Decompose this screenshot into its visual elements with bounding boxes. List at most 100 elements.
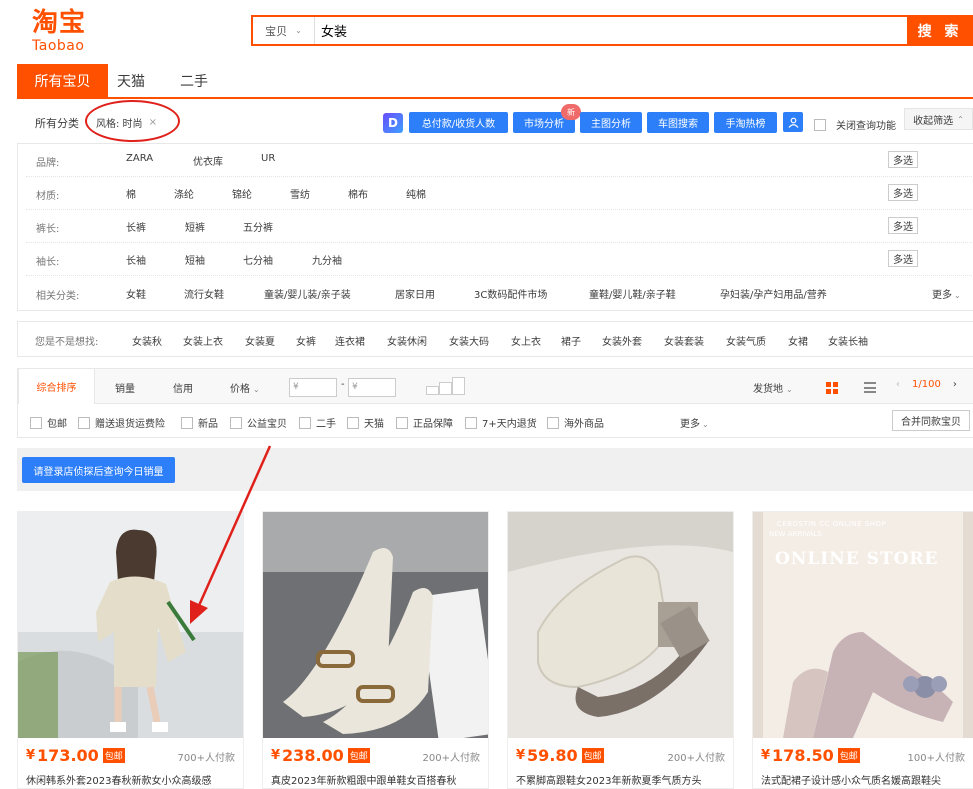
- suggestion-item[interactable]: 裙子: [561, 333, 581, 348]
- product-card[interactable]: CEBOSTIN CC ONLINE SHOP NEW ARRIVALS ONL…: [752, 511, 973, 789]
- filter-option[interactable]: 七分袖: [243, 252, 273, 267]
- suggestion-item[interactable]: 女装大码: [449, 333, 489, 348]
- breadcrumb-all-categories[interactable]: 所有分类: [35, 115, 79, 131]
- filter-option[interactable]: 流行女鞋: [184, 286, 224, 301]
- sort-default-tab[interactable]: 综合排序: [18, 368, 95, 404]
- tab-secondhand[interactable]: 二手: [154, 64, 234, 97]
- tab-all-items[interactable]: 所有宝贝: [17, 64, 108, 97]
- filter-option[interactable]: 锦纶: [232, 186, 252, 201]
- chevron-right-icon[interactable]: ›: [953, 379, 957, 390]
- product-title[interactable]: 法式配裙子设计感小众气质名媛高跟鞋尖: [761, 772, 973, 787]
- suggestion-item[interactable]: 女裙: [788, 333, 808, 348]
- suggestion-item[interactable]: 女裤: [296, 333, 316, 348]
- filter-option[interactable]: 居家日用: [395, 286, 435, 301]
- filter-checkbox-return-insurance[interactable]: 赠送退货运费险: [78, 415, 165, 430]
- filter-option[interactable]: 女鞋: [126, 286, 146, 301]
- filter-option[interactable]: 短袖: [185, 252, 205, 267]
- suggestion-item[interactable]: 女装长袖: [828, 333, 868, 348]
- suggestion-item[interactable]: 女装秋: [132, 333, 162, 348]
- ship-from-filter[interactable]: 发货地 ⌄: [753, 380, 793, 395]
- sort-sales-tab[interactable]: 销量: [115, 380, 135, 395]
- product-image[interactable]: [753, 512, 973, 738]
- suggestion-item[interactable]: 女装休闲: [387, 333, 427, 348]
- main-image-analysis-button[interactable]: 主图分析: [580, 112, 642, 133]
- checkbox[interactable]: [181, 416, 193, 429]
- filter-checkbox-overseas[interactable]: 海外商品: [547, 415, 604, 430]
- suggestion-item[interactable]: 女装套装: [664, 333, 704, 348]
- product-card[interactable]: ¥173.00 包邮 700+人付款 休闲韩系外套2023春秋新款女小众高级感: [17, 511, 244, 789]
- image-search-button[interactable]: 车图搜索: [647, 112, 709, 133]
- suggestion-item[interactable]: 女上衣: [511, 333, 541, 348]
- product-card[interactable]: ¥59.80 包邮 200+人付款 不累脚高跟鞋女2023年新款夏季气质方头: [507, 511, 734, 789]
- filter-checkbox-genuine[interactable]: 正品保障: [396, 415, 453, 430]
- checkbox[interactable]: [347, 416, 359, 429]
- checkbox[interactable]: [78, 416, 90, 429]
- filter-option[interactable]: 童装/婴儿装/亲子装: [264, 286, 351, 301]
- user-icon[interactable]: [783, 112, 803, 132]
- checkbox[interactable]: [396, 416, 408, 429]
- filter-option[interactable]: 九分袖: [312, 252, 342, 267]
- close-query-checkbox[interactable]: [814, 118, 826, 131]
- suggestion-item[interactable]: 女装气质: [726, 333, 766, 348]
- merge-same-items-button[interactable]: 合并同款宝贝: [892, 410, 970, 431]
- search-input[interactable]: [315, 17, 907, 44]
- list-view-icon[interactable]: [864, 382, 876, 393]
- filter-option[interactable]: UR: [261, 153, 275, 164]
- filter-option[interactable]: 雪纺: [290, 186, 310, 201]
- close-query-toggle[interactable]: 关闭查询功能: [814, 117, 896, 132]
- multi-select-button[interactable]: 多选: [888, 151, 918, 168]
- sort-credit-tab[interactable]: 信用: [173, 380, 193, 395]
- checkbox[interactable]: [299, 416, 311, 429]
- product-image[interactable]: [18, 512, 243, 738]
- filter-option[interactable]: 童鞋/婴儿鞋/亲子鞋: [589, 286, 676, 301]
- filter-option[interactable]: 涤纶: [174, 186, 194, 201]
- more-categories-button[interactable]: 更多 ⌄: [932, 286, 961, 301]
- price-max-input[interactable]: ¥: [348, 378, 396, 397]
- product-card[interactable]: ¥238.00 包邮 200+人付款 真皮2023年新款粗跟中跟单鞋女百搭春秋: [262, 511, 489, 789]
- collapse-filter-button[interactable]: 收起筛选 ⌃: [904, 108, 973, 130]
- filter-checkbox-free-shipping[interactable]: 包邮: [30, 415, 67, 430]
- product-title[interactable]: 真皮2023年新款粗跟中跟单鞋女百搭春秋: [271, 772, 486, 787]
- checkbox[interactable]: [465, 416, 477, 429]
- sort-price-tab[interactable]: 价格 ⌄: [230, 380, 260, 395]
- login-query-sales-button[interactable]: 请登录店侦探后查询今日销量: [22, 457, 175, 483]
- suggestion-item[interactable]: 女装外套: [602, 333, 642, 348]
- multi-select-button[interactable]: 多选: [888, 217, 918, 234]
- plugin-d-icon[interactable]: D: [383, 113, 403, 133]
- suggestion-item[interactable]: 女装上衣: [183, 333, 223, 348]
- product-title[interactable]: 休闲韩系外套2023春秋新款女小众高级感: [26, 772, 241, 787]
- product-title[interactable]: 不累脚高跟鞋女2023年新款夏季气质方头: [516, 772, 731, 787]
- filter-checkbox-charity[interactable]: 公益宝贝: [230, 415, 287, 430]
- suggestion-item[interactable]: 连衣裙: [335, 333, 365, 348]
- search-scope-select[interactable]: 宝贝 ⌄: [253, 17, 315, 44]
- filter-checkbox-secondhand[interactable]: 二手: [299, 415, 336, 430]
- price-min-input[interactable]: ¥: [289, 378, 337, 397]
- search-button[interactable]: 搜 索: [907, 15, 973, 46]
- filter-option[interactable]: ZARA: [126, 153, 153, 164]
- suggestion-item[interactable]: 女装夏: [245, 333, 275, 348]
- chevron-left-icon[interactable]: ‹: [896, 379, 900, 390]
- filter-option[interactable]: 孕妇装/孕产妇用品/营养: [720, 286, 827, 301]
- checkbox[interactable]: [547, 416, 559, 429]
- taobao-logo[interactable]: 淘宝 Taobao: [32, 8, 100, 56]
- filter-option[interactable]: 纯棉: [406, 186, 426, 201]
- filter-option[interactable]: 五分裤: [243, 219, 273, 234]
- total-payment-button[interactable]: 总付款/收货人数: [409, 112, 508, 133]
- filter-checkbox-new[interactable]: 新品: [181, 415, 218, 430]
- filter-option[interactable]: 3C数码配件市场: [474, 286, 547, 301]
- filter-option[interactable]: 长袖: [126, 252, 146, 267]
- filter-checkbox-tmall[interactable]: 天猫: [347, 415, 384, 430]
- product-image[interactable]: [263, 512, 488, 738]
- filter-option[interactable]: 棉布: [348, 186, 368, 201]
- checkbox[interactable]: [30, 416, 42, 429]
- filter-checkbox-7day-return[interactable]: 7+天内退货: [465, 415, 537, 430]
- more-services-button[interactable]: 更多 ⌄: [680, 415, 709, 430]
- tab-tmall[interactable]: 天猫: [108, 64, 154, 97]
- grid-view-icon[interactable]: [826, 382, 838, 394]
- filter-option[interactable]: 优衣库: [193, 153, 223, 168]
- filter-option[interactable]: 长裤: [126, 219, 146, 234]
- multi-select-button[interactable]: 多选: [888, 184, 918, 201]
- multi-select-button[interactable]: 多选: [888, 250, 918, 267]
- product-image[interactable]: [508, 512, 733, 738]
- filter-option[interactable]: 短裤: [185, 219, 205, 234]
